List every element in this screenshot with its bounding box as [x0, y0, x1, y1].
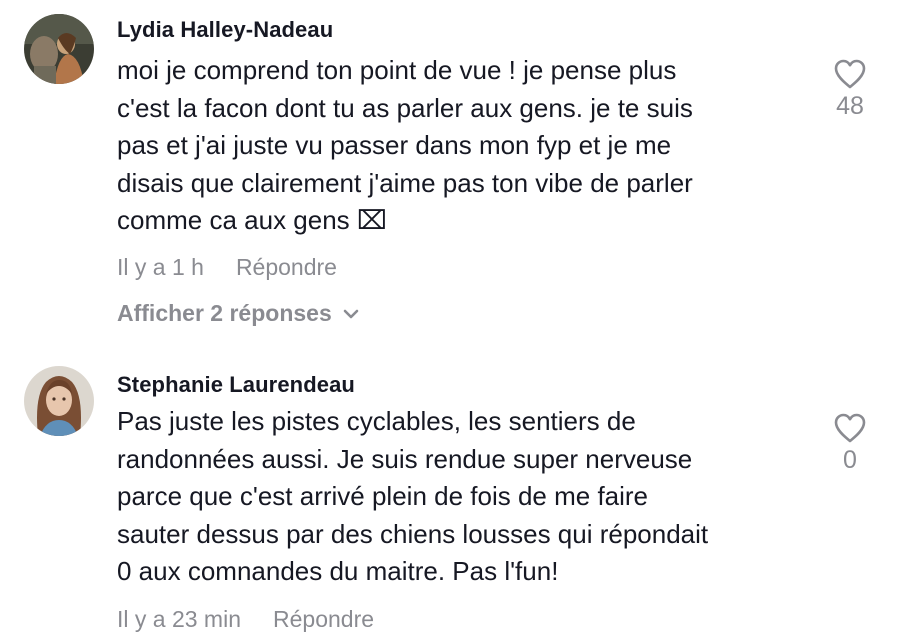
comment-author[interactable]: Lydia Halley-Nadeau — [117, 17, 333, 43]
comment-item: Stephanie Laurendeau Pas juste les piste… — [0, 350, 898, 642]
avatar-photo-icon — [24, 366, 94, 436]
comment-text-line: moi je comprend ton point de vue ! je pe… — [117, 55, 677, 85]
comment-timestamp: Il y a 23 min — [117, 606, 241, 632]
comment-text: Pas juste les pistes cyclables, les sent… — [117, 403, 807, 591]
like-button[interactable]: 0 — [820, 412, 880, 475]
comment-text-line: sauter dessus par des chiens lousses qui… — [117, 518, 709, 549]
view-replies-button[interactable]: Afficher 2 réponses — [117, 300, 360, 327]
heart-outline-icon — [834, 59, 866, 89]
like-count: 48 — [836, 92, 864, 120]
comment-meta: Il y a 1 h Répondre — [117, 254, 337, 281]
view-replies-label: Afficher 2 réponses — [117, 300, 332, 326]
comment-text-line: Pas juste les pistes cyclables, les sent… — [117, 406, 636, 436]
comment-text-line: parce que c'est arrivé plein de fois de … — [117, 481, 649, 512]
heart-outline-icon — [834, 413, 866, 443]
comment-text: moi je comprend ton point de vue ! je pe… — [117, 52, 807, 240]
comment-text-line: c'est la facon dont tu as parler aux gen… — [117, 92, 693, 123]
avatar[interactable] — [24, 14, 94, 84]
chevron-down-icon — [343, 309, 359, 318]
comment-text-line: 0 aux comnandes du maitre. Pas l'fun! — [117, 556, 559, 587]
like-count: 0 — [843, 446, 857, 474]
comment-item: Lydia Halley-Nadeau moi je comprend ton … — [0, 0, 898, 350]
comment-text-line: pas et j'ai juste vu passer dans mon fyp… — [117, 130, 672, 161]
avatar-photo-icon — [24, 14, 94, 84]
reply-button[interactable]: Répondre — [273, 606, 374, 632]
comment-text-line: randonnées aussi. Je suis rendue super n… — [117, 443, 693, 474]
comment-text-line: disais que clairement j'aime pas ton vib… — [117, 167, 693, 198]
like-button[interactable]: 48 — [820, 58, 880, 121]
reply-button[interactable]: Répondre — [236, 254, 337, 280]
comment-text-line: comme ca aux gens ⌧ — [117, 205, 387, 236]
avatar[interactable] — [24, 366, 94, 436]
comment-timestamp: Il y a 1 h — [117, 254, 204, 280]
comment-author[interactable]: Stephanie Laurendeau — [117, 372, 355, 398]
comment-meta: Il y a 23 min Répondre — [117, 606, 374, 633]
